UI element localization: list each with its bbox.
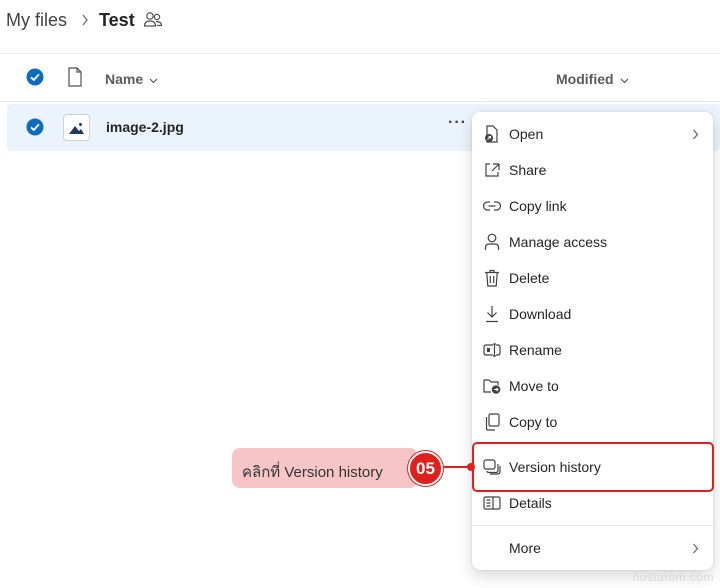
- image-file-icon: [63, 114, 90, 141]
- shared-people-icon[interactable]: [143, 11, 163, 29]
- chevron-down-icon: [620, 71, 629, 87]
- menu-item-copy-link[interactable]: Copy link: [472, 188, 713, 224]
- copy-icon: [483, 413, 501, 431]
- open-icon: [483, 125, 501, 143]
- callout-dot: [467, 463, 475, 471]
- breadcrumb-my-files[interactable]: My files: [6, 10, 67, 31]
- menu-item-label: Rename: [509, 342, 562, 358]
- menu-item-label: Share: [509, 162, 547, 178]
- menu-item-manage-access[interactable]: Manage access: [472, 224, 713, 260]
- column-header-name[interactable]: Name: [105, 71, 158, 87]
- highlight-box: [472, 442, 714, 492]
- trash-icon: [483, 269, 501, 287]
- menu-item-label: Open: [509, 126, 544, 142]
- menu-item-label: Move to: [509, 378, 559, 394]
- download-icon: [483, 305, 501, 323]
- file-name[interactable]: image-2.jpg: [106, 119, 184, 135]
- row-checkbox[interactable]: [26, 118, 44, 141]
- context-menu: Open Share Copy link Manage access Delet…: [472, 112, 713, 570]
- select-all-checkbox[interactable]: [26, 68, 44, 91]
- chevron-right-icon: [692, 127, 699, 143]
- menu-item-label: Delete: [509, 270, 550, 286]
- step-badge: 05: [408, 451, 443, 486]
- details-icon: [483, 494, 501, 512]
- menu-item-more[interactable]: More: [472, 530, 713, 566]
- column-header-modified[interactable]: Modified: [556, 71, 629, 87]
- breadcrumb: My files Test: [0, 0, 720, 40]
- chevron-down-icon: [149, 71, 158, 87]
- rename-icon: [483, 341, 501, 359]
- share-icon: [483, 161, 501, 179]
- menu-divider: [472, 525, 713, 526]
- menu-item-label: Copy to: [509, 414, 558, 430]
- menu-item-move-to[interactable]: Move to: [472, 368, 713, 404]
- chevron-right-icon: [692, 541, 699, 557]
- list-header: Name Modified: [0, 54, 720, 102]
- callout: คลิกที่ Version history: [232, 448, 418, 488]
- link-icon: [483, 197, 501, 215]
- breadcrumb-current-folder: Test: [99, 9, 135, 30]
- menu-item-download[interactable]: Download: [472, 296, 713, 332]
- menu-item-delete[interactable]: Delete: [472, 260, 713, 296]
- chevron-right-icon: [81, 14, 89, 26]
- column-name-label: Name: [105, 71, 144, 87]
- menu-item-label: Download: [509, 306, 572, 322]
- menu-item-label: More: [509, 540, 541, 556]
- menu-item-rename[interactable]: Rename: [472, 332, 713, 368]
- menu-item-label: Manage access: [509, 234, 608, 250]
- column-modified-label: Modified: [556, 71, 614, 87]
- menu-item-open[interactable]: Open: [472, 116, 713, 152]
- callout-text: คลิกที่ Version history: [242, 464, 383, 481]
- move-icon: [483, 377, 501, 395]
- menu-item-label: Copy link: [509, 198, 567, 214]
- file-type-icon[interactable]: [67, 67, 83, 92]
- more-actions-button[interactable]: ···: [448, 114, 467, 132]
- menu-item-copy-to[interactable]: Copy to: [472, 404, 713, 440]
- watermark: hostatom.com: [632, 570, 714, 584]
- menu-item-share[interactable]: Share: [472, 152, 713, 188]
- menu-item-label: Details: [509, 495, 552, 511]
- person-icon: [483, 233, 501, 251]
